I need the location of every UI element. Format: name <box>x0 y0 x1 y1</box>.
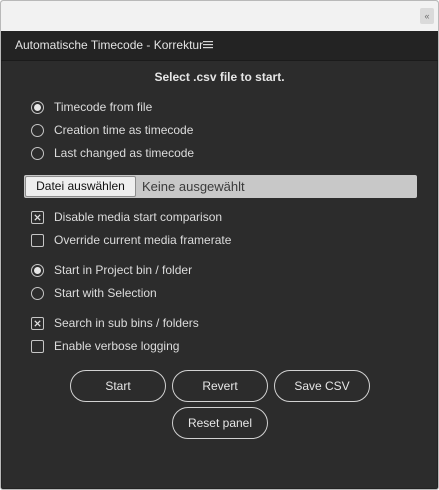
radio-label: Last changed as timecode <box>54 146 195 160</box>
hamburger-menu-icon[interactable] <box>202 38 214 51</box>
checkbox[interactable] <box>31 316 44 330</box>
radio-button[interactable] <box>31 146 44 160</box>
radio-button[interactable] <box>31 123 44 137</box>
window-titlebar: « <box>1 1 438 31</box>
checkbox-search-sub-bins[interactable]: Search in sub bins / folders <box>31 314 199 332</box>
panel-body: Select .csv file to start. Timecode from… <box>2 61 437 488</box>
file-status-text: Keine ausgewählt <box>142 179 245 194</box>
file-input[interactable]: Datei auswählen Keine ausgewählt <box>24 175 417 198</box>
reset-panel-button[interactable]: Reset panel <box>172 407 268 439</box>
checkbox-verbose-logging[interactable]: Enable verbose logging <box>31 337 179 355</box>
radio-label: Timecode from file <box>54 100 153 114</box>
choose-file-button[interactable]: Datei auswählen <box>25 176 136 197</box>
checkbox-disable-media-start[interactable]: Disable media start comparison <box>31 208 222 226</box>
radio-button[interactable] <box>31 263 44 277</box>
radio-creation-time[interactable]: Creation time as timecode <box>31 121 193 139</box>
checkbox-label: Search in sub bins / folders <box>54 316 199 330</box>
radio-label: Start with Selection <box>54 286 157 300</box>
checkbox-label: Override current media framerate <box>54 233 232 247</box>
radio-timecode-from-file[interactable]: Timecode from file <box>31 98 152 116</box>
checkbox[interactable] <box>31 210 44 224</box>
radio-label: Creation time as timecode <box>54 123 194 137</box>
radio-button[interactable] <box>31 100 44 114</box>
collapse-button[interactable]: « <box>420 8 434 24</box>
start-button[interactable]: Start <box>70 370 166 402</box>
checkbox-label: Disable media start comparison <box>54 210 223 224</box>
x-mark-icon <box>34 213 41 221</box>
panel-window: « Automatische Timecode - Korrektur Sele… <box>0 0 439 490</box>
radio-start-with-selection[interactable]: Start with Selection <box>31 284 157 302</box>
instruction-heading: Select .csv file to start. <box>154 70 285 84</box>
revert-button[interactable]: Revert <box>172 370 268 402</box>
collapse-chevron-icon: « <box>424 11 430 21</box>
radio-last-changed[interactable]: Last changed as timecode <box>31 144 194 162</box>
radio-start-in-bin[interactable]: Start in Project bin / folder <box>31 261 192 279</box>
checkbox-override-framerate[interactable]: Override current media framerate <box>31 231 231 249</box>
radio-button[interactable] <box>31 286 44 300</box>
save-csv-button[interactable]: Save CSV <box>274 370 370 402</box>
panel-title: Automatische Timecode - Korrektur <box>15 38 204 52</box>
checkbox[interactable] <box>31 233 44 247</box>
panel-tab: Automatische Timecode - Korrektur <box>1 31 438 61</box>
checkbox[interactable] <box>31 339 44 353</box>
checkbox-label: Enable verbose logging <box>54 339 180 353</box>
x-mark-icon <box>34 319 41 327</box>
radio-label: Start in Project bin / folder <box>54 263 193 277</box>
